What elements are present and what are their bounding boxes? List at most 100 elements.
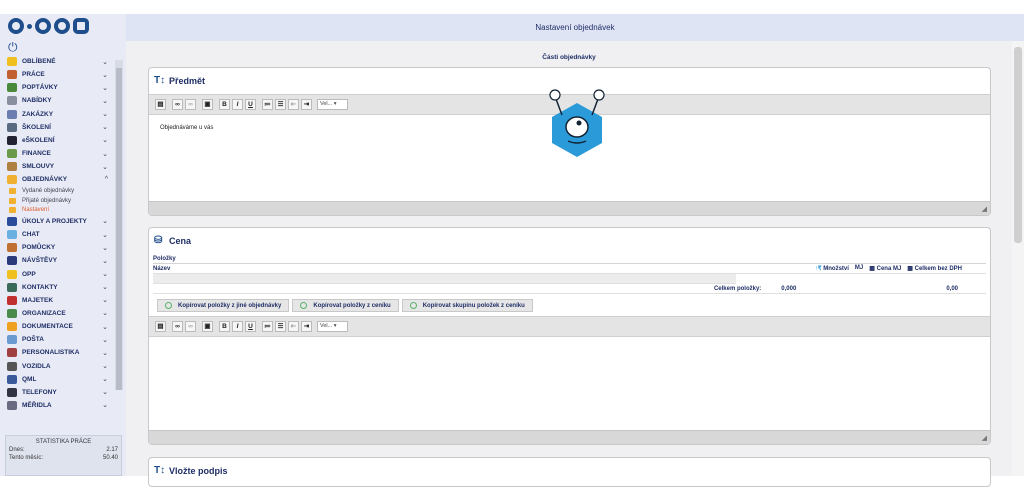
sidebar-item[interactable]: FINANCE ⌄ [0,147,114,160]
chevron-down-icon[interactable]: ⌄ [102,283,108,291]
chevron-down-icon[interactable]: ⌄ [102,163,108,171]
sidebar-item[interactable]: PRÁCE ⌄ [0,68,114,81]
sidebar-item[interactable]: CHAT ⌄ [0,228,114,241]
bold-icon[interactable]: B [219,321,230,332]
underline-icon[interactable]: U [245,99,256,110]
stats-label: Tento měsíc: [9,455,44,461]
outdent-icon[interactable]: ⇤ [288,321,299,332]
chevron-up-icon[interactable]: ^ [105,176,108,183]
power-icon[interactable]: ⏻ [8,40,18,55]
resize-grip-icon[interactable]: ◢ [982,434,987,442]
copy-group-button[interactable]: Kopírovat skupinu položek z ceníku [401,299,533,312]
chevron-down-icon[interactable]: ⌄ [102,270,108,278]
sidebar-item[interactable]: eŠKOLENÍ ⌄ [0,134,114,147]
sidebar-scrollbar[interactable] [115,60,123,390]
chevron-down-icon[interactable]: ⌄ [102,84,108,92]
sidebar-scrollbar-thumb[interactable] [116,68,122,390]
sidebar-item[interactable]: ORGANIZACE ⌄ [0,307,114,320]
chevron-down-icon[interactable]: ⌄ [102,336,108,344]
chevron-down-icon[interactable]: ⌄ [102,362,108,370]
indent-icon[interactable]: ⇥ [301,99,312,110]
sidebar-item[interactable]: ÚKOLY A PROJEKTY ⌄ [0,215,114,228]
chevron-down-icon[interactable]: ⌄ [102,375,108,383]
italic-icon[interactable]: I [232,321,243,332]
paste-icon[interactable]: ▤ [155,321,166,332]
sidebar-item[interactable]: MAJETEK ⌄ [0,294,114,307]
sidebar-item[interactable]: QML ⌄ [0,373,114,386]
building-icon [7,308,17,318]
paste-icon[interactable]: ▤ [155,99,166,110]
sidebar-item[interactable]: POŠTA ⌄ [0,333,114,346]
font-size-select[interactable]: Vel... ▾ [317,321,348,332]
sidebar-item[interactable]: ZAKÁZKY ⌄ [0,108,114,121]
unlink-icon[interactable]: ∞ [185,99,196,110]
sidebar-item[interactable]: POMŮCKY ⌄ [0,241,114,254]
resize-grip-icon[interactable]: ◢ [982,205,987,213]
sidebar-item[interactable]: OPP ⌄ [0,267,114,280]
sidebar-item[interactable]: SMLOUVY ⌄ [0,160,114,173]
sidebar-item[interactable]: NABÍDKY ⌄ [0,94,114,107]
chevron-down-icon[interactable]: ⌄ [102,349,108,357]
cena-editor[interactable] [149,337,990,417]
sidebar-item[interactable]: OBLÍBENÉ ⌄ [0,55,114,68]
sidebar-item-label: DOKUMENTACE [22,323,73,331]
chevron-down-icon[interactable]: ⌄ [102,323,108,331]
sidebar-item-label: OBJEDNÁVKY [22,176,68,184]
bullet-list-icon[interactable]: ☰ [275,99,286,110]
font-size-select[interactable]: Vel... ▾ [317,99,348,110]
copy-from-pricelist-button[interactable]: Kopírovat položky z ceníku [292,299,399,312]
underline-icon[interactable]: U [245,321,256,332]
bullet-list-icon[interactable]: ☰ [275,321,286,332]
chevron-down-icon[interactable]: ⌄ [102,71,108,79]
col-total: ▩ Celkem bez DPH [907,265,962,272]
main-scrollbar-thumb[interactable] [1014,47,1022,243]
ordered-list-icon[interactable]: ≔ [262,321,273,332]
text-height-icon: T↕ [154,75,166,86]
chevron-down-icon[interactable]: ⌄ [102,58,108,66]
image-icon[interactable]: ▣ [202,321,213,332]
link-icon[interactable]: ∞ [172,321,183,332]
chevron-down-icon[interactable]: ⌄ [102,110,108,118]
chevron-down-icon[interactable]: ⌄ [102,150,108,158]
sidebar-item-label: KONTAKTY [22,283,58,291]
sidebar-item[interactable]: MĚŘIDLA ⌄ [0,399,114,412]
chevron-down-icon[interactable]: ⌄ [102,136,108,144]
unlink-icon[interactable]: ∞ [185,321,196,332]
panel-header: T↕ Vložte podpis [149,458,990,484]
briefcase-icon [7,70,17,80]
acom-logo[interactable] [8,16,108,36]
chevron-down-icon[interactable]: ⌄ [102,388,108,396]
chevron-down-icon[interactable]: ⌄ [102,296,108,304]
ordered-list-icon[interactable]: ≔ [262,99,273,110]
main-scrollbar[interactable] [1012,41,1024,476]
sidebar-item[interactable]: VOZIDLA ⌄ [0,359,114,372]
chevron-down-icon[interactable]: ⌄ [102,217,108,225]
link-icon[interactable]: ∞ [172,99,183,110]
sidebar-item[interactable]: OBJEDNÁVKY ^ [0,173,114,186]
sidebar-item[interactable]: TELEFONY ⌄ [0,386,114,399]
chevron-down-icon[interactable]: ⌄ [102,401,108,409]
sidebar-subitem[interactable]: Nastavení [0,205,114,215]
sidebar-subitem[interactable]: Vydané objednávky [0,186,114,196]
outdent-icon[interactable]: ⇤ [288,99,299,110]
sidebar-subitem-label: Nastavení [22,207,50,214]
sidebar-item[interactable]: KONTAKTY ⌄ [0,281,114,294]
sidebar-item[interactable]: DOKUMENTACE ⌄ [0,320,114,333]
sidebar-item[interactable]: PERSONALISTIKA ⌄ [0,346,114,359]
sidebar-item[interactable]: ŠKOLENÍ ⌄ [0,121,114,134]
chevron-down-icon[interactable]: ⌄ [102,231,108,239]
chevron-down-icon[interactable]: ⌄ [102,97,108,105]
sidebar-item[interactable]: NÁVŠTĚVY ⌄ [0,254,114,267]
sidebar-item[interactable]: POPTÁVKY ⌄ [0,81,114,94]
bold-icon[interactable]: B [219,99,230,110]
indent-icon[interactable]: ⇥ [301,321,312,332]
image-icon[interactable]: ▣ [202,99,213,110]
italic-icon[interactable]: I [232,99,243,110]
sidebar-subitem[interactable]: Přijaté objednávky [0,196,114,206]
sidebar-item-label: NÁVŠTĚVY [22,257,58,265]
copy-from-order-button[interactable]: Kopírovat položky z jiné objednávky [157,299,290,312]
chevron-down-icon[interactable]: ⌄ [102,123,108,131]
chevron-down-icon[interactable]: ⌄ [102,257,108,265]
chevron-down-icon[interactable]: ⌄ [102,244,108,252]
chevron-down-icon[interactable]: ⌄ [102,309,108,317]
